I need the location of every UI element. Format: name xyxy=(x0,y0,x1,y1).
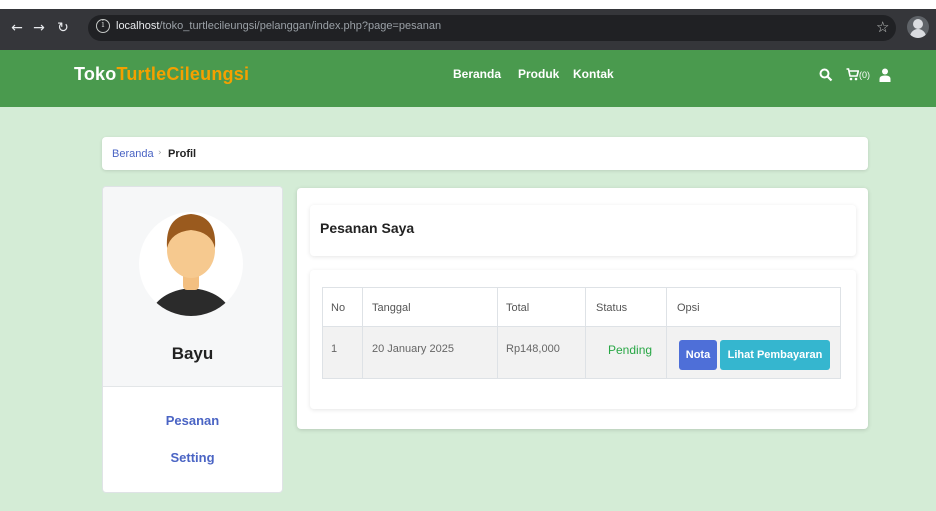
nav-link-produk[interactable]: Produk xyxy=(518,67,559,81)
star-icon[interactable]: ☆ xyxy=(876,18,889,36)
url-text[interactable]: localhost/toko_turtlecileungsi/pelanggan… xyxy=(116,20,441,32)
info-icon[interactable]: i xyxy=(96,19,110,33)
brand-text-toko: Toko xyxy=(74,64,117,84)
cell-no: 1 xyxy=(331,343,338,355)
sidebar-link-setting[interactable]: Setting xyxy=(102,450,283,465)
cart-button[interactable]: (0) xyxy=(846,67,880,83)
arrow-right-icon[interactable]: → xyxy=(30,19,48,37)
brand-logo[interactable]: TokoTurtleCileungsi xyxy=(74,64,249,85)
url-host: localhost xyxy=(116,20,160,32)
arrow-left-icon[interactable]: ← xyxy=(8,19,26,37)
cart-count: (0) xyxy=(859,70,870,80)
browser-top-strip xyxy=(0,0,936,9)
url-path: /toko_turtlecileungsi/pelanggan/index.ph… xyxy=(159,20,442,32)
brand-text-accent: TurtleCileungsi xyxy=(116,64,250,84)
cart-icon xyxy=(846,68,859,81)
sidebar-link-pesanan[interactable]: Pesanan xyxy=(102,413,283,428)
nota-button[interactable]: Nota xyxy=(679,340,717,370)
column-header-total: Total xyxy=(506,302,530,314)
lihat-pembayaran-button[interactable]: Lihat Pembayaran xyxy=(720,340,830,370)
cell-tanggal: 20 January 2025 xyxy=(372,343,454,355)
profile-name: Bayu xyxy=(171,344,214,363)
column-header-status: Status xyxy=(596,302,628,314)
nav-link-kontak[interactable]: Kontak xyxy=(573,67,614,81)
user-icon[interactable] xyxy=(879,68,891,82)
column-header-tanggal: Tanggal xyxy=(372,302,411,314)
breadcrumb-home-link[interactable]: Beranda xyxy=(112,148,154,160)
cell-total: Rp148,000 xyxy=(506,343,560,355)
reload-icon[interactable]: ↻ xyxy=(54,19,72,37)
profile-icon[interactable] xyxy=(907,16,929,38)
breadcrumb-current: Profil xyxy=(168,148,197,160)
status-badge: Pending xyxy=(608,343,653,357)
search-icon[interactable] xyxy=(819,68,833,82)
column-header-opsi: Opsi xyxy=(677,302,700,314)
avatar-icon xyxy=(139,212,243,316)
orders-title: Pesanan Saya xyxy=(320,220,415,236)
breadcrumb-separator: › xyxy=(158,148,162,158)
breadcrumb xyxy=(102,137,868,170)
nav-link-beranda[interactable]: Beranda xyxy=(453,67,501,81)
column-header-no: No xyxy=(331,302,346,314)
